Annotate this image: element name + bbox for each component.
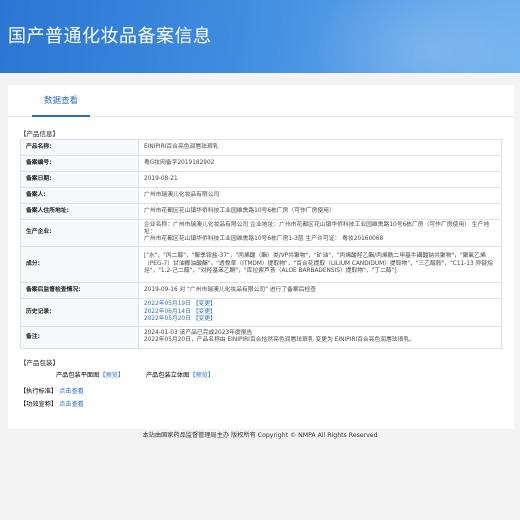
row-label: 备案人住所地址: — [20, 203, 139, 220]
tab-bar: 数据查看 — [8, 85, 514, 117]
table-row: 产品名称: EINIPIRI百合亮色润唇珐琅乳 — [20, 139, 502, 156]
row-label: 生产企业: — [20, 219, 139, 247]
page-title: 国产普通化妆品备案信息 — [8, 26, 212, 47]
history-value: 2022年05月19日 【变更】 2022年06月14日 【变更】 2022年0… — [138, 297, 502, 327]
standard-view-link[interactable]: 点击查看 — [59, 388, 84, 395]
packaging-plan-label: 产品包装平面图 — [56, 372, 100, 379]
section-efficacy: 【功效宣称】 — [20, 401, 58, 408]
ingredients-line: 烃"，"1,2-己二醇"，"对羟基苯乙酮"，"库拉索芦荟（ALOE BARBAD… — [144, 267, 397, 274]
table-row: 备案后监督检查情况: 2019-09-16 对 "广州市瑞澳儿化妆品有限公司" … — [20, 281, 502, 299]
row-label: 备案后监督检查情况: — [20, 281, 139, 299]
section-product-info: 【产品信息】 — [20, 130, 59, 138]
table-row: 备案人住所地址: 广州市花都区花山镇华侨科技工业园维熏路10号6栋厂房（可作厂房… — [20, 203, 502, 220]
row-label: 产品名称: — [20, 139, 139, 156]
packaging-row: 产品包装平面图【预览】 产品包装立体图【预览】 — [56, 370, 214, 379]
packaging-solid-label: 产品包装立体图 — [146, 372, 190, 379]
filer-value: 广州市瑞澳儿化妆品有限公司 — [138, 187, 502, 204]
filer-address-value: 广州市花都区花山镇华侨科技工业园维熏路10号6栋厂房（可作厂房使用） — [138, 203, 502, 220]
manufacturer-line: 企业名称：广州市瑞澳儿化妆品有限公司 企业地址：广州市花都区花山镇华侨科技工业园… — [144, 222, 490, 236]
history-entry[interactable]: 2022年05月19日 【变更】 — [144, 301, 496, 308]
row-label: 备案编号: — [20, 155, 139, 172]
packaging-solid-preview-link[interactable]: 【预览】 — [189, 372, 214, 379]
section-packaging: 【产品包装】 — [20, 359, 59, 367]
efficacy-row: 【功效宣称】 点击查看 — [20, 399, 84, 408]
remark-line: 2022年05月20日，产品名称由 EINIPIRI百合恰然亮色润唇珐琅乳 变更… — [144, 337, 416, 344]
standard-row: 【执行标准】 点击查看 — [20, 386, 84, 395]
ingredients-value: ["水"，"丙二醇"，"聚季铵盐-37"，"丙烯酸（酯）类/VP共聚物"，"矿油… — [138, 245, 502, 283]
manufacturer-line: 广州市花都区花山镇华侨科技工业园维熏路10号6栋厂房1-3层 生产许可证： 粤妆… — [144, 236, 384, 243]
row-label: 备案人: — [20, 187, 139, 204]
table-row: 备案日期: 2019-08-21 — [20, 171, 502, 188]
ingredients-line: ["水"，"丙二醇"，"聚季铵盐-37"，"丙烯酸（酯）类/VP共聚物"，"矿油… — [144, 253, 486, 260]
row-label: 成分: — [20, 245, 139, 283]
history-entry[interactable]: 2022年05月20日 【变更】 — [144, 316, 496, 323]
manufacturer-value: 企业名称：广州市瑞澳儿化妆品有限公司 企业地址：广州市花都区花山镇华侨科技工业园… — [138, 219, 502, 247]
table-row: 备案人: 广州市瑞澳儿化妆品有限公司 — [20, 187, 502, 204]
history-entry[interactable]: 2022年06月14日 【变更】 — [144, 309, 496, 316]
table-row: 成分: ["水"，"丙二醇"，"聚季铵盐-37"，"丙烯酸（酯）类/VP共聚物"… — [20, 245, 502, 283]
table-row: 历史记录: 2022年05月19日 【变更】 2022年06月14日 【变更】 … — [20, 297, 502, 327]
row-label: 历史记录: — [20, 297, 139, 327]
efficacy-view-link[interactable]: 点击查看 — [59, 401, 84, 408]
ingredients-line: （PEG-7）甘油椰油酸酯"，"透骨草（ITMDM）提取物"，"百合花提取（LI… — [144, 260, 493, 267]
table-row: 生产企业: 企业名称：广州市瑞澳儿化妆品有限公司 企业地址：广州市花都区花山镇华… — [20, 219, 502, 247]
table-row: 备案编号: 粤G妆网备字2019182902 — [20, 155, 502, 172]
filing-date-value: 2019-08-21 — [138, 171, 502, 188]
page-banner: 国产普通化妆品备案信息 — [0, 0, 520, 73]
footer-copyright: 本站由国家药品监督管理局主办 版权所有 Copyright © NMPA All… — [142, 432, 378, 439]
tab-data-view[interactable]: 数据查看 — [32, 93, 90, 117]
remarks-value: 2024-01-03 该产品已完成2023年度报告 2022年05月20日，产品… — [138, 325, 502, 349]
row-label: 备注: — [20, 325, 139, 349]
table-row: 备注: 2024-01-03 该产品已完成2023年度报告 2022年05月20… — [20, 325, 502, 349]
inspection-value: 2019-09-16 对 "广州市瑞澳儿化妆品有限公司" 进行了备案后检查 — [138, 281, 502, 299]
section-standard: 【执行标准】 — [20, 388, 58, 395]
product-name-value: EINIPIRI百合亮色润唇珐琅乳 — [138, 139, 502, 156]
packaging-plan-preview-link[interactable]: 【预览】 — [99, 372, 124, 379]
product-info-table: 产品名称: EINIPIRI百合亮色润唇珐琅乳 备案编号: 粤G妆网备字2019… — [20, 139, 502, 349]
content-panel: 数据查看 【产品信息】 产品名称: EINIPIRI百合亮色润唇珐琅乳 备案编号… — [8, 85, 514, 429]
filing-number-value: 粤G妆网备字2019182902 — [138, 155, 502, 172]
row-label: 备案日期: — [20, 171, 139, 188]
